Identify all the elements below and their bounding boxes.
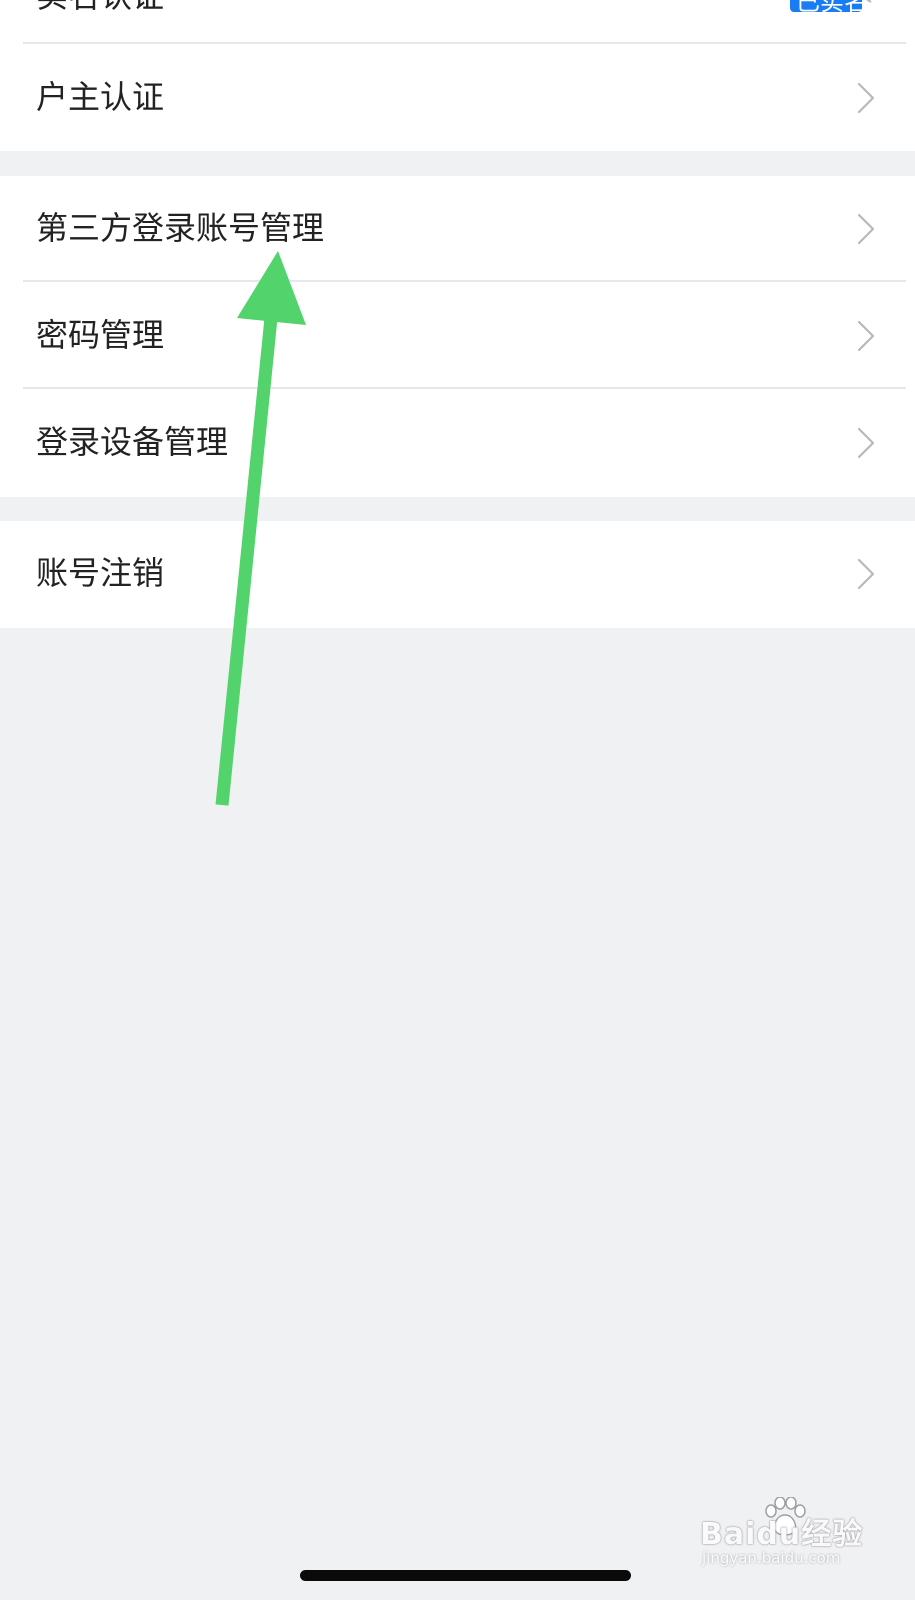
watermark-brand: Baidu经验	[700, 1517, 864, 1552]
settings-item-homeowner-auth[interactable]: 户主认证	[0, 45, 915, 150]
verified-badge-text: 已实名	[796, 0, 862, 12]
chevron-right-icon	[857, 558, 875, 590]
settings-item-login-devices[interactable]: 登录设备管理	[0, 390, 915, 495]
baidu-watermark: Baidu经验 jingyan.baidu.com	[700, 1497, 900, 1572]
settings-item-third-party-accounts[interactable]: 第三方登录账号管理	[0, 176, 915, 281]
settings-group-3: 账号注销	[0, 521, 915, 628]
settings-item-label: 登录设备管理	[36, 423, 229, 461]
settings-item-label: 户主认证	[36, 78, 165, 116]
settings-group-1: 实名认证 铝 已实名 户主认证	[0, 0, 915, 151]
settings-item-password[interactable]: 密码管理	[0, 283, 915, 388]
settings-item-label: 账号注销	[36, 554, 165, 592]
divider	[23, 42, 906, 44]
divider	[23, 387, 906, 389]
chevron-right-icon	[857, 82, 875, 114]
home-indicator[interactable]	[300, 1570, 631, 1581]
chevron-right-icon	[857, 213, 875, 245]
watermark-url: jingyan.baidu.com	[702, 1549, 841, 1567]
settings-item-label: 第三方登录账号管理	[36, 209, 325, 247]
chevron-right-icon	[866, 0, 872, 3]
verified-badge: 已实名	[790, 0, 862, 12]
settings-group-2: 第三方登录账号管理 密码管理 登录设备管理	[0, 176, 915, 497]
divider	[23, 280, 906, 282]
settings-item-account-deletion[interactable]: 账号注销	[0, 521, 915, 626]
chevron-right-icon	[857, 427, 875, 459]
chevron-right-icon	[857, 320, 875, 352]
settings-item-label: 密码管理	[36, 316, 165, 354]
